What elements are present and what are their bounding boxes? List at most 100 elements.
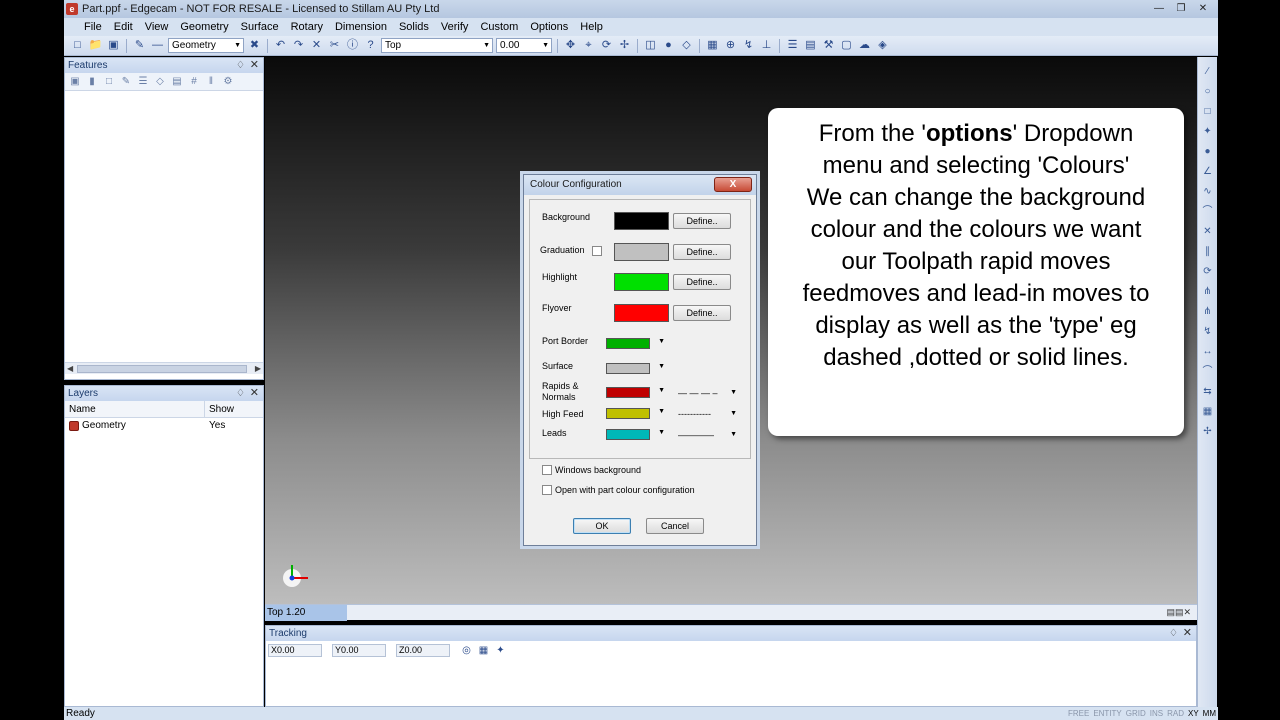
indicator-mm[interactable]: MM	[1203, 707, 1216, 720]
fillet-tool-icon[interactable]: ⌒	[1201, 365, 1215, 379]
feature-settings-icon[interactable]: ⚙	[222, 76, 234, 88]
feature-hash-icon[interactable]: #	[188, 76, 200, 88]
menu-verify[interactable]: Verify	[435, 21, 475, 33]
feature-find-icon[interactable]: ▣	[69, 76, 81, 88]
graduation-define-button[interactable]: Define..	[673, 244, 731, 260]
feature-diamond-icon[interactable]: ◇	[154, 76, 166, 88]
layers-icon[interactable]: ☰	[785, 38, 800, 53]
open-folder-icon[interactable]: 📁	[88, 38, 103, 53]
menu-dimension[interactable]: Dimension	[329, 21, 393, 33]
column-show[interactable]: Show	[205, 401, 263, 417]
close-icon[interactable]: ✕	[1183, 626, 1192, 641]
delete-icon[interactable]: ✕	[309, 38, 324, 53]
view-cube-icon[interactable]: ◫	[643, 38, 658, 53]
layer-combo[interactable]: Geometry ▼	[168, 38, 244, 53]
feature-delete-icon[interactable]: □	[103, 76, 115, 88]
leads-color-select[interactable]: ▼	[606, 428, 666, 442]
pin-icon[interactable]: ♢	[236, 58, 245, 73]
rapids-color-select[interactable]: ▼	[606, 386, 666, 400]
menu-options[interactable]: Options	[524, 21, 574, 33]
menu-solids[interactable]: Solids	[393, 21, 435, 33]
cut-icon[interactable]: ✂	[327, 38, 342, 53]
close-icon[interactable]: ✕	[250, 58, 259, 73]
flyover-swatch[interactable]	[614, 304, 669, 322]
feature-list-icon[interactable]: ☰	[137, 76, 149, 88]
tool-icon[interactable]: ⚒	[821, 38, 836, 53]
pattern-tool-icon[interactable]: ▦	[1201, 405, 1215, 419]
eraser-icon[interactable]: ✖	[247, 38, 262, 53]
close-icon[interactable]: ✕	[250, 386, 259, 401]
indicator-free[interactable]: FREE	[1068, 707, 1089, 720]
dialog-close-button[interactable]: X	[714, 177, 752, 192]
point-tool-icon[interactable]: ✦	[1201, 125, 1215, 139]
minimize-icon[interactable]: —	[1150, 1, 1168, 16]
indicator-ins[interactable]: INS	[1150, 707, 1163, 720]
rapids-linetype-select[interactable]: — — — – ▼	[675, 386, 739, 400]
spline-tool-icon[interactable]: ∿	[1201, 185, 1215, 199]
save-icon[interactable]: ▣	[106, 38, 121, 53]
scroll-thumb[interactable]	[77, 365, 247, 373]
surface-color-select[interactable]: ▼	[606, 362, 666, 376]
highlight-define-button[interactable]: Define..	[673, 274, 731, 290]
windows-background-checkbox[interactable]	[542, 465, 552, 475]
close-icon[interactable]: ✕	[1194, 1, 1212, 16]
pin-icon[interactable]: ♢	[236, 386, 245, 401]
view-combo[interactable]: Top ▼	[381, 38, 493, 53]
shade-icon[interactable]: ●	[661, 38, 676, 53]
rectangle-tool-icon[interactable]: □	[1201, 105, 1215, 119]
table-row[interactable]: Geometry Yes	[65, 418, 263, 434]
menu-geometry[interactable]: Geometry	[174, 21, 234, 33]
graduation-swatch[interactable]	[614, 243, 669, 261]
globe-icon[interactable]: ◎	[460, 644, 473, 657]
trim-tool-icon[interactable]: ✕	[1201, 225, 1215, 239]
graduation-checkbox[interactable]	[592, 246, 602, 256]
target-icon[interactable]: ✦	[494, 644, 507, 657]
z-coordinate-field[interactable]: Z0.00	[396, 644, 450, 657]
high-feed-linetype-select[interactable]: ----------- ▼	[675, 407, 739, 421]
arc-tool-icon[interactable]: ⌒	[1201, 205, 1215, 219]
port-border-color-select[interactable]: ▼	[606, 337, 666, 351]
zoom-window-icon[interactable]: ✥	[563, 38, 578, 53]
solid-icon[interactable]: ▢	[839, 38, 854, 53]
measure-icon[interactable]: ↯	[741, 38, 756, 53]
chamfer-tool-icon[interactable]: ∠	[1201, 165, 1215, 179]
x-coordinate-field[interactable]: X0.00	[268, 644, 322, 657]
value-combo[interactable]: 0.00 ▼	[496, 38, 552, 53]
leads-linetype-select[interactable]: ———— ▼	[675, 428, 739, 442]
info-icon[interactable]: ⓘ	[345, 38, 360, 53]
pan-icon[interactable]: ✢	[617, 38, 632, 53]
feature-chart-icon[interactable]: ▤	[171, 76, 183, 88]
menu-file[interactable]: File	[78, 21, 108, 33]
xyz-alt-icon[interactable]: ⋔	[1201, 305, 1215, 319]
indicator-grid[interactable]: GRID	[1126, 707, 1146, 720]
restore-icon[interactable]: ❐	[1172, 1, 1190, 16]
offset-tool-icon[interactable]: ∥	[1201, 245, 1215, 259]
scroll-right-icon[interactable]: ▶	[255, 363, 261, 375]
menu-rotary[interactable]: Rotary	[285, 21, 329, 33]
menu-surface[interactable]: Surface	[235, 21, 285, 33]
view-tab[interactable]: Top 1.20	[265, 605, 347, 621]
y-coordinate-field[interactable]: Y0.00	[332, 644, 386, 657]
column-name[interactable]: Name	[65, 401, 205, 417]
line-style-icon[interactable]: —	[150, 38, 165, 53]
high-feed-color-select[interactable]: ▼	[606, 407, 666, 421]
features-horizontal-scrollbar[interactable]: ◀ ▶	[65, 362, 263, 374]
cancel-button[interactable]: Cancel	[646, 518, 704, 534]
layer-show[interactable]: Yes	[205, 418, 225, 434]
feature-hole-icon[interactable]: ▮	[86, 76, 98, 88]
color-picker-icon[interactable]: ✎	[132, 38, 147, 53]
grid-icon[interactable]: ▦	[477, 644, 490, 657]
measure-tool-icon[interactable]: ↯	[1201, 325, 1215, 339]
new-file-icon[interactable]: □	[70, 38, 85, 53]
highlight-swatch[interactable]	[614, 273, 669, 291]
cloud-icon[interactable]: ☁	[857, 38, 872, 53]
eraser-icon[interactable]: ◈	[875, 38, 890, 53]
flyover-define-button[interactable]: Define..	[673, 305, 731, 321]
rotate-icon[interactable]: ⟳	[599, 38, 614, 53]
grid-icon[interactable]: ▦	[705, 38, 720, 53]
menu-edit[interactable]: Edit	[108, 21, 139, 33]
view-layout-icon[interactable]: ▤▤✕	[1166, 607, 1191, 618]
zoom-fit-icon[interactable]: ⌖	[581, 38, 596, 53]
menu-help[interactable]: Help	[574, 21, 609, 33]
xyz-icon[interactable]: ⋔	[1201, 285, 1215, 299]
